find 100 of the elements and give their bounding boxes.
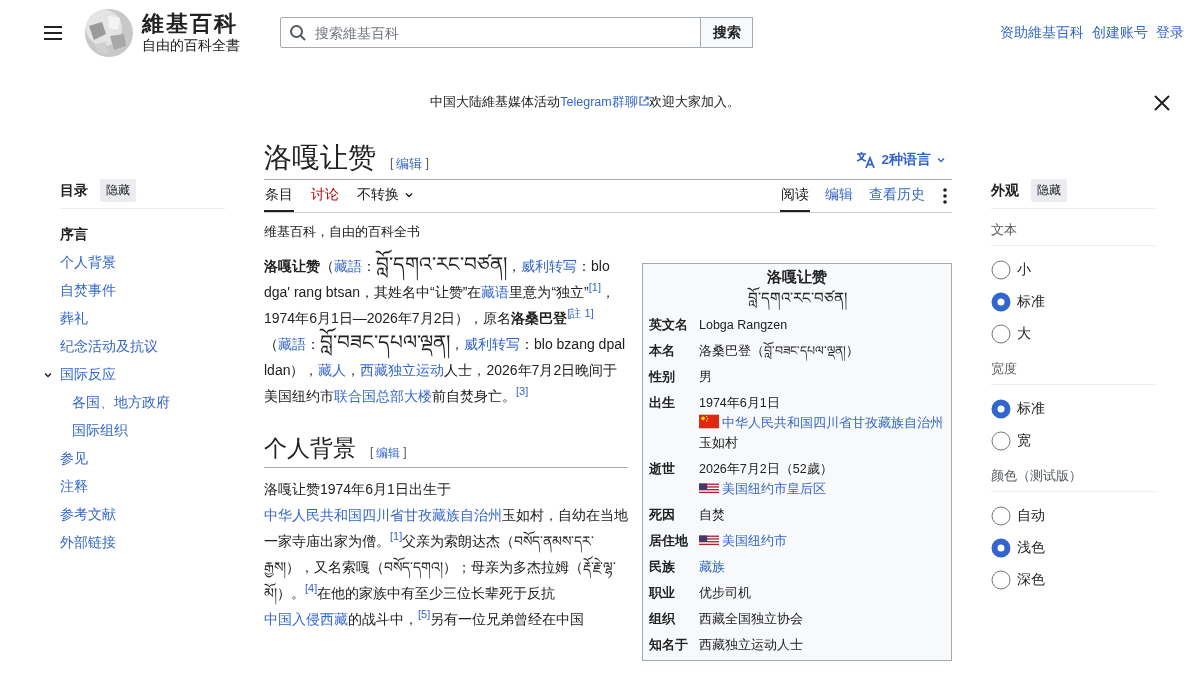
radio-button[interactable] (991, 431, 1011, 451)
toc-item[interactable]: 外部链接 (60, 534, 116, 552)
reference-link[interactable]: [4] (305, 582, 318, 595)
page-tab[interactable]: 条目 (264, 180, 294, 212)
infobox-link[interactable]: 美国纽约市 (722, 534, 787, 548)
infobox-value: 中华人民共和国四川省甘孜藏族自治州 玉如村 (699, 416, 943, 450)
search-button[interactable]: 搜索 (701, 17, 753, 48)
page-title: 洛嘎让赞 (264, 141, 376, 175)
caret-icon (404, 190, 414, 200)
globe-logo-icon[interactable] (84, 7, 134, 58)
toc-item[interactable]: 国际组织 (72, 422, 128, 440)
toc-item[interactable]: 注释 (60, 478, 88, 496)
flag-icon (699, 414, 719, 429)
header-link[interactable]: 资助維基百科 (1000, 23, 1084, 42)
menu-icon[interactable] (44, 24, 64, 41)
toc-title: 目录 (60, 181, 88, 200)
bracket: ] (425, 156, 429, 172)
bracket: [ (390, 156, 394, 172)
option-group-title: 颜色（测试版） (991, 467, 1155, 492)
radio-label[interactable]: 自动 (1017, 507, 1045, 525)
article-link[interactable]: 藏人 (318, 362, 347, 378)
radio-button[interactable] (991, 506, 1011, 526)
bracket: [ (370, 445, 374, 461)
language-button[interactable]: 2种语言 (850, 150, 952, 170)
article-link[interactable]: 联合国总部大楼 (334, 388, 432, 404)
infobox-link[interactable]: 中华人民共和国四川省甘孜藏族自治州 (722, 416, 943, 430)
infobox-label: 本名 (649, 343, 676, 360)
radio-label[interactable]: 标准 (1017, 293, 1045, 311)
article-link[interactable]: 威利转写 (464, 336, 520, 352)
site-subtitle: 维基百科，自由的百科全书 (264, 223, 421, 241)
header-link[interactable]: 创建账号 (1092, 23, 1148, 42)
article-link[interactable]: 西藏独立运动 (360, 362, 445, 378)
infobox-value: 男 (699, 370, 712, 384)
article-link[interactable]: 威利转写 (521, 258, 577, 274)
variant-dropdown[interactable]: 不转换 (356, 180, 415, 212)
reference-link[interactable]: [1] (588, 281, 601, 294)
infobox-value: 优步司机 (699, 586, 751, 600)
radio-label[interactable]: 小 (1017, 261, 1031, 279)
section-heading: 个人背景 (264, 435, 356, 463)
article-link[interactable]: 中华人民共和国四川省甘孜藏族自治州 (264, 507, 502, 523)
page-tab[interactable]: 编辑 (824, 180, 854, 212)
more-icon[interactable] (942, 187, 948, 205)
header-link[interactable]: 登录 (1156, 23, 1184, 42)
toc-item[interactable]: 葬礼 (60, 310, 88, 328)
toc-item[interactable]: 纪念活动及抗议 (60, 338, 158, 356)
reference-link[interactable]: [註 1] (567, 307, 594, 320)
reference-link[interactable]: [3] (516, 385, 529, 398)
article-link[interactable]: 藏語 (334, 258, 362, 274)
radio-label[interactable]: 大 (1017, 325, 1031, 343)
external-link-icon (638, 96, 649, 106)
external-link[interactable]: Telegram群聊 (560, 95, 649, 109)
article-link[interactable]: 中国入侵西藏 (264, 611, 348, 627)
toc-item[interactable]: 序言 (60, 226, 88, 244)
radio-button[interactable] (991, 292, 1011, 312)
radio-label[interactable]: 深色 (1017, 571, 1045, 589)
chevron-icon[interactable] (43, 370, 53, 380)
edit-link[interactable]: 编辑 (396, 156, 423, 173)
infobox-label: 民族 (649, 559, 676, 576)
reference-link[interactable]: [5] (418, 608, 431, 621)
toc-item[interactable]: 参见 (60, 450, 88, 468)
search-field[interactable]: 搜索維基百科 (280, 17, 701, 48)
edit-link[interactable]: 编辑 (376, 445, 401, 462)
radio-button[interactable] (991, 260, 1011, 280)
infobox-value: Lobga Rangzen (699, 318, 788, 332)
close-icon[interactable] (1154, 94, 1170, 111)
reference-link[interactable]: [1] (390, 530, 403, 543)
toc-item[interactable]: 国际反应 (60, 366, 116, 384)
toc-item[interactable]: 自焚事件 (60, 282, 116, 300)
page-tab[interactable]: 阅读 (780, 180, 810, 212)
toc-item[interactable]: 参考文献 (60, 506, 116, 524)
article-link[interactable]: 藏語 (278, 336, 306, 352)
infobox-label: 知名于 (649, 637, 689, 654)
page-tab[interactable]: 查看历史 (868, 180, 926, 212)
infobox-label: 居住地 (649, 533, 689, 550)
option-group-title: 宽度 (991, 360, 1155, 385)
infobox-label: 逝世 (649, 461, 676, 478)
radio-label[interactable]: 标准 (1017, 400, 1045, 418)
infobox-label: 职业 (649, 585, 676, 602)
infobox-label: 英文名 (649, 317, 689, 334)
infobox-value: 西藏独立运动人士 (699, 638, 803, 652)
radio-button[interactable] (991, 399, 1011, 419)
infobox-value: 1974年6月1日 (699, 396, 780, 410)
toc-item[interactable]: 各国、地方政府 (72, 394, 170, 412)
section-paragraph: 洛嘎让赞1974年6月1日出生于 中华人民共和国四川省甘孜藏族自治州玉如村，自幼在当地一家寺庙出家为僧。$^{[1]}$父亲为索朗达杰（བསོད་ནམས་དར་རྒྱས།），又名索嘎（བསོད་དགའ།）；母亲为多杰拉姆（རྡོ་རྗེ་ལྷ་མོ།）。$^{[4]}$在他的家族中有至少三位长辈死于反抗 中国入侵西藏的战斗中，$^{[5]}$另有一位兄弟曾经在中国 (264, 480, 628, 629)
radio-label[interactable]: 浅色 (1017, 539, 1045, 557)
infobox-label: 组织 (649, 611, 676, 628)
infobox-link[interactable]: 藏族 (699, 560, 725, 574)
radio-button[interactable] (991, 324, 1011, 344)
radio-button[interactable] (991, 570, 1011, 590)
appearance-title: 外观 (991, 181, 1019, 200)
wordmark[interactable]: 維基百科 (142, 10, 240, 37)
hide-button[interactable]: 隐藏 (100, 179, 136, 202)
hide-button[interactable]: 隐藏 (1031, 179, 1067, 202)
infobox-value: 自焚 (699, 508, 725, 522)
infobox-link[interactable]: 美国纽约市皇后区 (722, 482, 826, 496)
toc-item[interactable]: 个人背景 (60, 254, 116, 272)
page-tab[interactable]: 讨论 (310, 180, 340, 212)
radio-label[interactable]: 宽 (1017, 432, 1031, 450)
article-link[interactable]: 藏语 (481, 284, 510, 300)
radio-button[interactable] (991, 538, 1011, 558)
